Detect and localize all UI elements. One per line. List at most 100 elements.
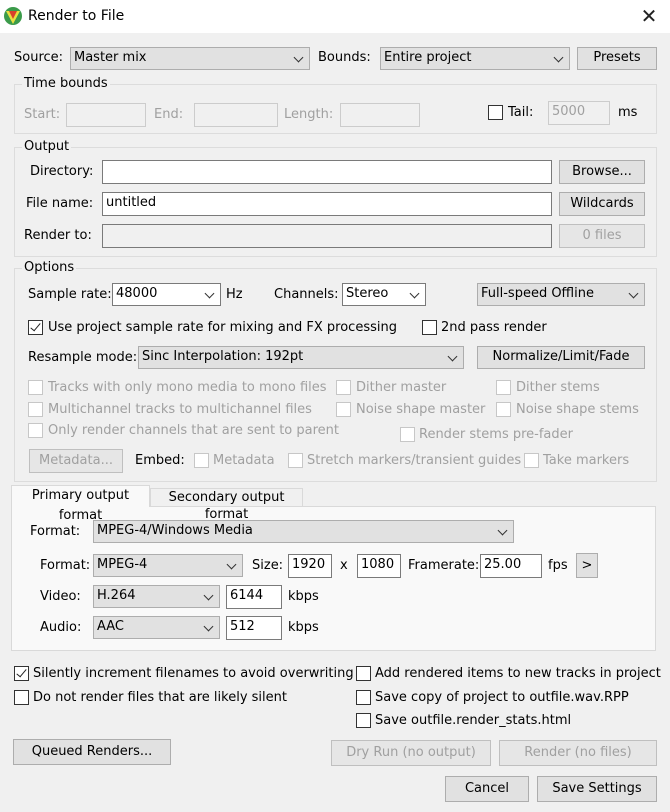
reaper-logo-icon — [4, 7, 22, 25]
audio-label: Audio: — [40, 620, 82, 635]
close-icon[interactable]: ✕ — [630, 2, 668, 30]
audio-kbps-label: kbps — [288, 620, 319, 635]
video-codec-value: H.264 — [97, 588, 136, 603]
save-settings-button[interactable]: Save Settings — [537, 776, 657, 802]
length-label: Length: — [284, 107, 334, 122]
dither-stems-checkbox[interactable] — [496, 380, 511, 395]
mono-tracks-label: Tracks with only mono media to mono file… — [48, 380, 327, 395]
mono-tracks-checkbox[interactable] — [28, 380, 43, 395]
length-input[interactable] — [340, 103, 420, 127]
tab-primary-output[interactable]: Primary output format — [11, 485, 150, 523]
resample-mode-value: Sinc Interpolation: 192pt — [142, 349, 304, 364]
not-silent-label: Do not render files that are likely sile… — [33, 690, 287, 705]
framerate-input[interactable]: 25.00 — [480, 554, 542, 578]
queued-renders-button[interactable]: Queued Renders... — [13, 739, 171, 765]
stems-prefader-label: Render stems pre-fader — [419, 427, 573, 442]
chevron-down-icon — [447, 347, 459, 368]
embed-label: Embed: — [135, 453, 185, 468]
start-label: Start: — [24, 107, 61, 122]
embed-take-markers-checkbox[interactable] — [524, 453, 539, 468]
video-codec-dropdown[interactable]: H.264 — [93, 585, 220, 608]
bounds-dropdown[interactable]: Entire project — [380, 47, 570, 70]
channels-dropdown[interactable]: Stereo — [342, 283, 426, 306]
size-label: Size: — [252, 558, 284, 573]
multichannel-checkbox[interactable] — [28, 402, 43, 417]
audio-bitrate-input[interactable]: 512 — [226, 616, 282, 640]
second-pass-label: 2nd pass render — [441, 320, 547, 335]
embed-metadata-checkbox[interactable] — [194, 453, 209, 468]
render-to-field — [102, 224, 552, 248]
container-value: MPEG-4 — [97, 557, 148, 572]
browse-button[interactable]: Browse... — [559, 160, 645, 184]
stems-prefader-checkbox[interactable] — [400, 427, 415, 442]
channels-label: Channels: — [274, 287, 339, 302]
video-label: Video: — [40, 589, 81, 604]
end-input[interactable] — [194, 103, 278, 127]
bounds-value: Entire project — [384, 50, 472, 65]
output-title: Output — [22, 139, 72, 154]
format-dropdown[interactable]: MPEG-4/Windows Media — [93, 520, 514, 543]
tail-checkbox[interactable] — [488, 105, 503, 120]
cancel-button[interactable]: Cancel — [445, 776, 529, 802]
end-label: End: — [154, 107, 184, 122]
tail-unit: ms — [618, 105, 638, 120]
render-speed-dropdown[interactable]: Full-speed Offline — [477, 283, 645, 306]
wildcards-button[interactable]: Wildcards — [559, 192, 645, 216]
resample-mode-dropdown[interactable]: Sinc Interpolation: 192pt — [138, 346, 464, 369]
channels-value: Stereo — [346, 286, 389, 301]
metadata-button[interactable]: Metadata... — [29, 449, 123, 473]
source-dropdown[interactable]: Master mix — [70, 47, 310, 70]
framerate-label: Framerate: — [408, 558, 480, 573]
save-stats-checkbox[interactable] — [356, 713, 371, 728]
more-options-button[interactable]: > — [576, 553, 598, 578]
use-project-rate-label: Use project sample rate for mixing and F… — [48, 320, 397, 335]
normalize-button[interactable]: Normalize/Limit/Fade — [477, 346, 645, 369]
directory-label: Directory: — [30, 164, 94, 179]
width-input[interactable]: 1920 — [288, 554, 332, 578]
height-input[interactable]: 1080 — [357, 554, 401, 578]
save-copy-checkbox[interactable] — [356, 690, 371, 705]
source-label: Source: — [14, 50, 64, 65]
files-count-button[interactable]: 0 files — [559, 224, 645, 248]
dither-master-checkbox[interactable] — [336, 380, 351, 395]
container-label: Format: — [40, 558, 91, 573]
multichannel-label: Multichannel tracks to multichannel file… — [48, 402, 312, 417]
silently-increment-label: Silently increment filenames to avoid ov… — [33, 666, 354, 681]
noise-stems-label: Noise shape stems — [516, 402, 639, 417]
second-pass-checkbox[interactable] — [422, 320, 437, 335]
add-to-tracks-checkbox[interactable] — [356, 666, 371, 681]
embed-stretch-checkbox[interactable] — [288, 453, 303, 468]
video-kbps-label: kbps — [288, 589, 319, 604]
render-speed-value: Full-speed Offline — [481, 286, 594, 301]
source-value: Master mix — [74, 50, 147, 65]
chevron-down-icon — [293, 48, 305, 69]
noise-master-checkbox[interactable] — [336, 402, 351, 417]
start-input[interactable] — [66, 103, 146, 127]
tab-secondary-output[interactable]: Secondary output format — [150, 488, 303, 522]
sample-rate-dropdown[interactable]: 48000 — [112, 283, 221, 306]
dither-master-label: Dither master — [356, 380, 447, 395]
fps-label: fps — [548, 558, 568, 573]
only-parent-checkbox[interactable] — [28, 423, 43, 438]
noise-stems-checkbox[interactable] — [496, 402, 511, 417]
not-silent-checkbox[interactable] — [14, 690, 29, 705]
save-stats-label: Save outfile.render_stats.html — [375, 713, 572, 728]
chevron-down-icon — [226, 555, 238, 576]
add-to-tracks-label: Add rendered items to new tracks in proj… — [375, 666, 661, 681]
embed-metadata-label: Metadata — [213, 453, 275, 468]
use-project-rate-checkbox[interactable] — [28, 320, 43, 335]
tail-input[interactable]: 5000 — [548, 101, 610, 125]
hz-label: Hz — [226, 287, 243, 302]
render-button[interactable]: Render (no files) — [499, 740, 657, 766]
video-bitrate-input[interactable]: 6144 — [226, 585, 282, 609]
filename-input[interactable]: untitled — [102, 192, 552, 216]
time-bounds-title: Time bounds — [22, 76, 110, 91]
embed-stretch-label: Stretch markers/transient guides — [307, 453, 522, 468]
silently-increment-checkbox[interactable] — [14, 666, 29, 681]
presets-button[interactable]: Presets — [577, 47, 657, 70]
directory-input[interactable] — [102, 160, 552, 184]
dry-run-button[interactable]: Dry Run (no output) — [331, 740, 491, 766]
audio-codec-dropdown[interactable]: AAC — [93, 616, 220, 639]
container-dropdown[interactable]: MPEG-4 — [93, 554, 243, 577]
sample-rate-label: Sample rate: — [28, 287, 112, 302]
